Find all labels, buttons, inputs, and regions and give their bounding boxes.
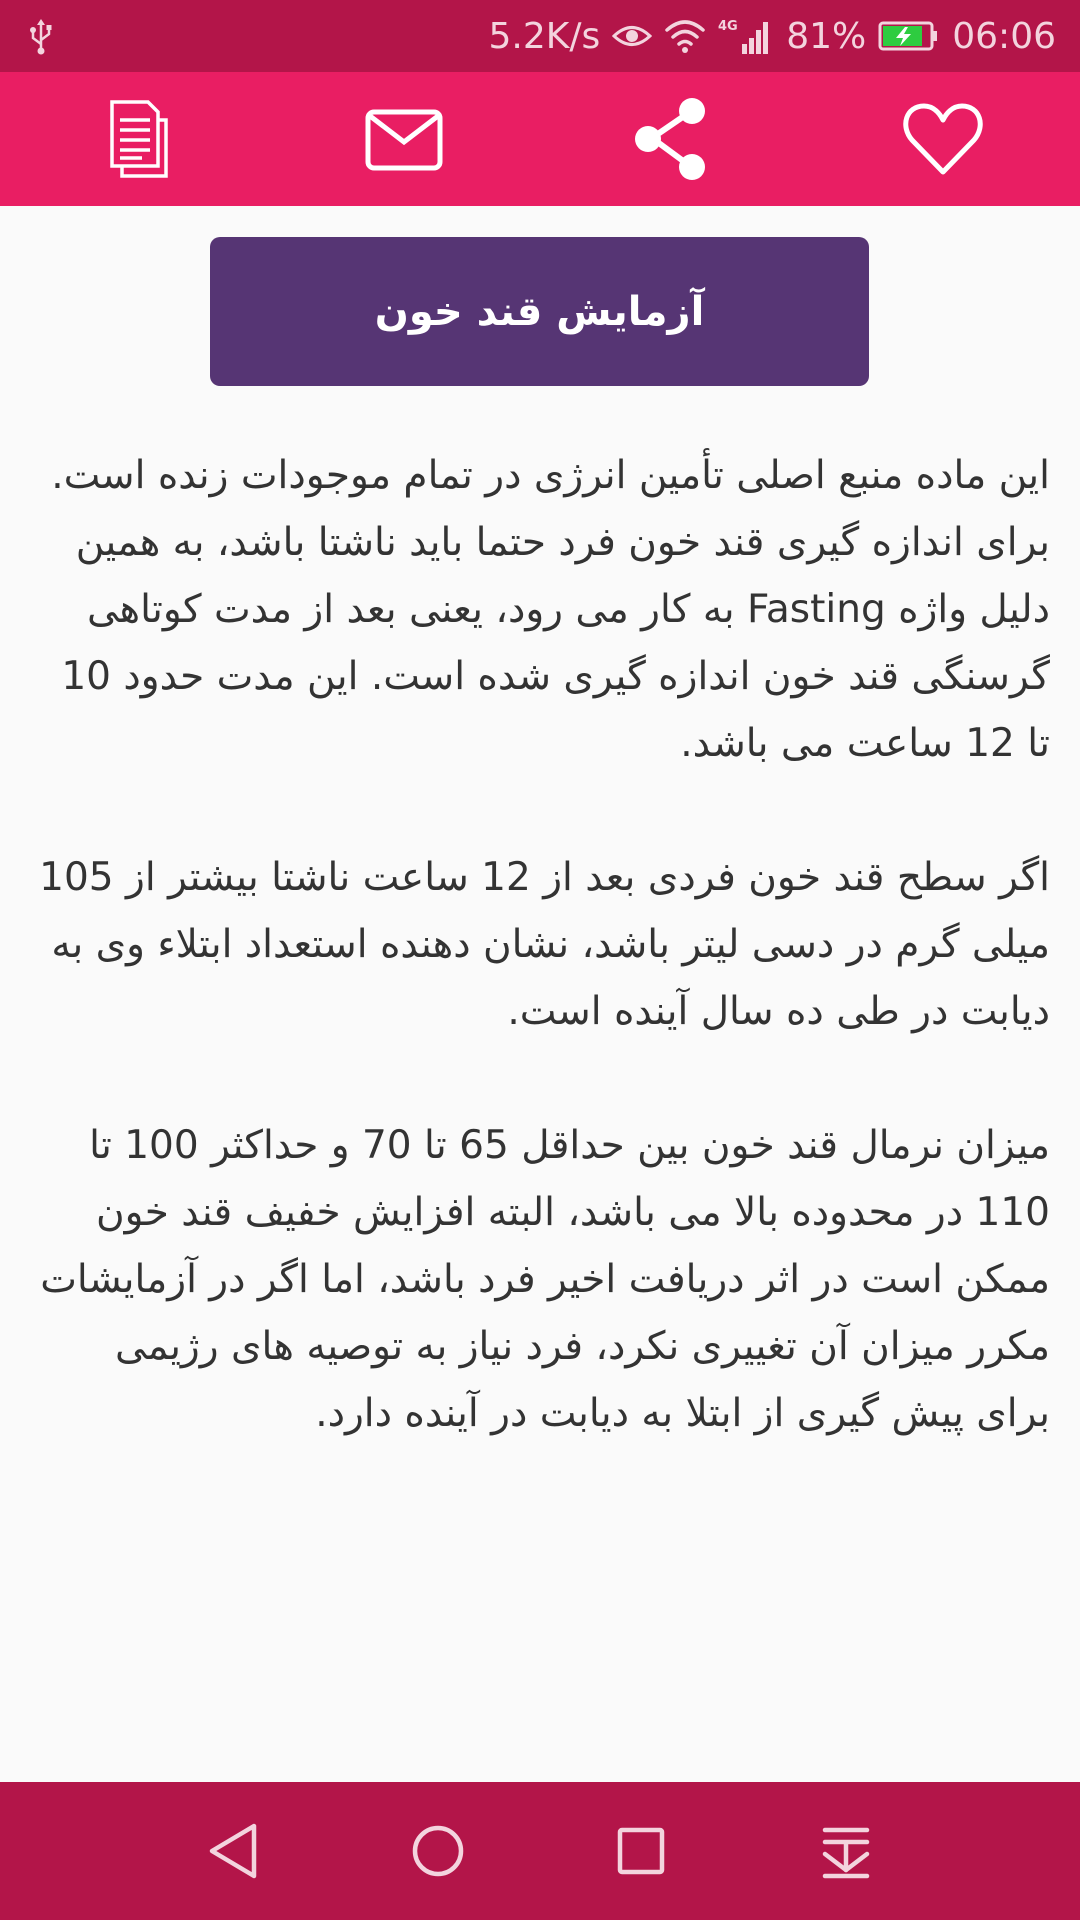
article-paragraph: میزان نرمال قند خون بین حداقل 65 تا 70 و… (40, 1123, 1050, 1436)
eye-icon (612, 26, 653, 46)
status-bar: 5.2K/s 4G 81% 06:06 (0, 0, 1080, 72)
app-bar (0, 72, 1080, 206)
article-content: این ماده منبع اصلی تأمین انرژی در تمام م… (34, 442, 1050, 1447)
copy-icon (110, 100, 168, 178)
article-paragraph: اگر سطح قند خون فردی بعد از 12 ساعت ناشت… (39, 855, 1050, 1034)
page-title: آزمایش قند خون (210, 237, 869, 386)
network-type-label: 4G (718, 19, 738, 34)
status-indicators: 5.2K/s 4G 81% 06:06 (488, 0, 1056, 72)
clock: 06:06 (952, 15, 1056, 57)
share-button[interactable] (630, 96, 716, 182)
mail-button[interactable] (361, 96, 447, 182)
wifi-icon (665, 20, 705, 53)
favorite-button[interactable] (900, 96, 986, 182)
network-speed: 5.2K/s (488, 15, 601, 57)
pull-down-icon (822, 1827, 870, 1879)
navigation-bar (0, 1782, 1080, 1920)
home-circle-icon (412, 1825, 464, 1877)
back-icon (209, 1823, 257, 1879)
battery-charging-icon (878, 21, 938, 51)
copy-button[interactable] (92, 96, 178, 182)
heart-icon (903, 103, 983, 175)
usb-icon (30, 19, 52, 55)
battery-percent: 81% (786, 15, 867, 57)
screen: 5.2K/s 4G 81% 06:06 آزمایش قند خون این م… (0, 0, 1080, 1920)
notification-pull-button[interactable] (811, 1816, 881, 1886)
recent-apps-button[interactable] (606, 1816, 676, 1886)
signal-icon: 4G (718, 19, 769, 54)
home-button[interactable] (403, 1816, 473, 1886)
back-button[interactable] (200, 1816, 270, 1886)
mail-icon (365, 109, 443, 171)
article-paragraph: این ماده منبع اصلی تأمین انرژی در تمام م… (51, 453, 1050, 766)
recent-apps-icon (617, 1827, 665, 1875)
share-icon (635, 98, 705, 180)
